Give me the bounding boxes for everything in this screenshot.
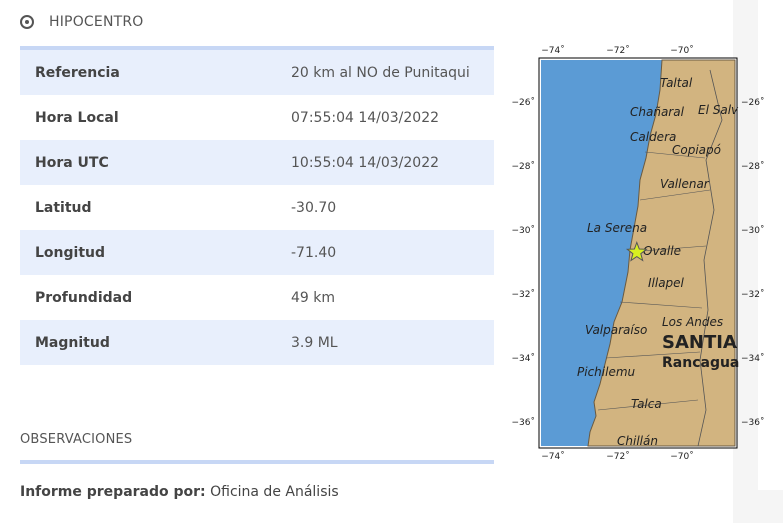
lat-tick-label: −26˚	[741, 97, 765, 108]
table-row: Profundidad 49 km	[20, 275, 494, 320]
lon-tick-label: −70˚	[670, 45, 694, 56]
table-row: Magnitud 3.9 ML	[20, 320, 494, 365]
place-label: Rancagua	[662, 355, 739, 371]
lon-tick-label: −74˚	[541, 45, 565, 56]
lon-tick-label: −72˚	[606, 45, 630, 56]
lon-tick-label: −74˚	[541, 451, 565, 462]
place-label: El Salv	[698, 103, 739, 117]
row-value: 07:55:04 14/03/2022	[291, 109, 440, 126]
place-label: Pichilemu	[577, 365, 636, 379]
lat-tick-label: −32˚	[741, 289, 765, 300]
place-label: Ovalle	[643, 244, 681, 258]
lon-tick-label: −72˚	[606, 451, 630, 462]
table-row: Referencia 20 km al NO de Punitaqui	[20, 50, 494, 95]
row-value: 3.9 ML	[291, 334, 338, 351]
epicenter-map: Taltal Chañaral El Salv CalderaCopiapó Valle…	[512, 45, 765, 462]
place-label: Caldera	[630, 130, 676, 144]
row-value: -71.40	[291, 244, 337, 261]
lat-tick-label: −36˚	[741, 417, 765, 428]
target-icon	[20, 15, 34, 29]
hipocentro-table: Referencia 20 km al NO de Punitaqui Hora …	[20, 46, 494, 365]
place-label: Talca	[631, 397, 662, 411]
section-title: HIPOCENTRO	[49, 14, 144, 30]
lat-tick-label: −32˚	[512, 289, 536, 300]
table-row: Latitud -30.70	[20, 185, 494, 230]
lat-tick-label: −34˚	[512, 353, 536, 364]
place-label: Chillán	[617, 434, 658, 448]
report-line: Informe preparado por: Oficina de Anális…	[20, 484, 339, 500]
row-value: 10:55:04 14/03/2022	[291, 154, 440, 171]
lat-tick-label: −34˚	[741, 353, 765, 364]
row-label: Hora Local	[35, 109, 119, 126]
row-label: Magnitud	[35, 334, 110, 351]
observaciones-divider	[20, 460, 494, 464]
place-label: La Serena	[587, 221, 647, 235]
row-label: Latitud	[35, 199, 92, 216]
place-label: Vallenar	[660, 177, 710, 191]
place-label: Chañaral	[630, 105, 685, 119]
lat-tick-label: −30˚	[741, 225, 765, 236]
lat-tick-label: −36˚	[512, 417, 536, 428]
row-label: Hora UTC	[35, 154, 109, 171]
table-row: Hora Local 07:55:04 14/03/2022	[20, 95, 494, 140]
lat-tick-label: −28˚	[512, 161, 536, 172]
row-value: -30.70	[291, 199, 337, 216]
place-label: SANTIA	[662, 332, 737, 353]
report-label: Informe preparado por:	[20, 484, 206, 500]
place-label: Illapel	[648, 276, 685, 290]
hipocentro-header: HIPOCENTRO	[20, 14, 144, 30]
row-value: 49 km	[291, 289, 336, 306]
place-label: Taltal	[660, 76, 693, 90]
place-label: Copiapó	[672, 143, 721, 157]
row-label: Profundidad	[35, 289, 133, 306]
place-label: Los Andes	[662, 315, 723, 329]
table-row: Longitud -71.40	[20, 230, 494, 275]
lon-tick-label: −70˚	[670, 451, 694, 462]
row-label: Referencia	[35, 64, 120, 81]
place-label: Valparaíso	[585, 323, 647, 337]
lat-tick-label: −28˚	[741, 161, 765, 172]
table-row: Hora UTC 10:55:04 14/03/2022	[20, 140, 494, 185]
row-value: 20 km al NO de Punitaqui	[291, 64, 470, 81]
lat-tick-label: −30˚	[512, 225, 536, 236]
report-value: Oficina de Análisis	[210, 484, 339, 500]
lat-tick-label: −26˚	[512, 97, 536, 108]
row-label: Longitud	[35, 244, 106, 261]
observaciones-title: OBSERVACIONES	[20, 432, 133, 447]
